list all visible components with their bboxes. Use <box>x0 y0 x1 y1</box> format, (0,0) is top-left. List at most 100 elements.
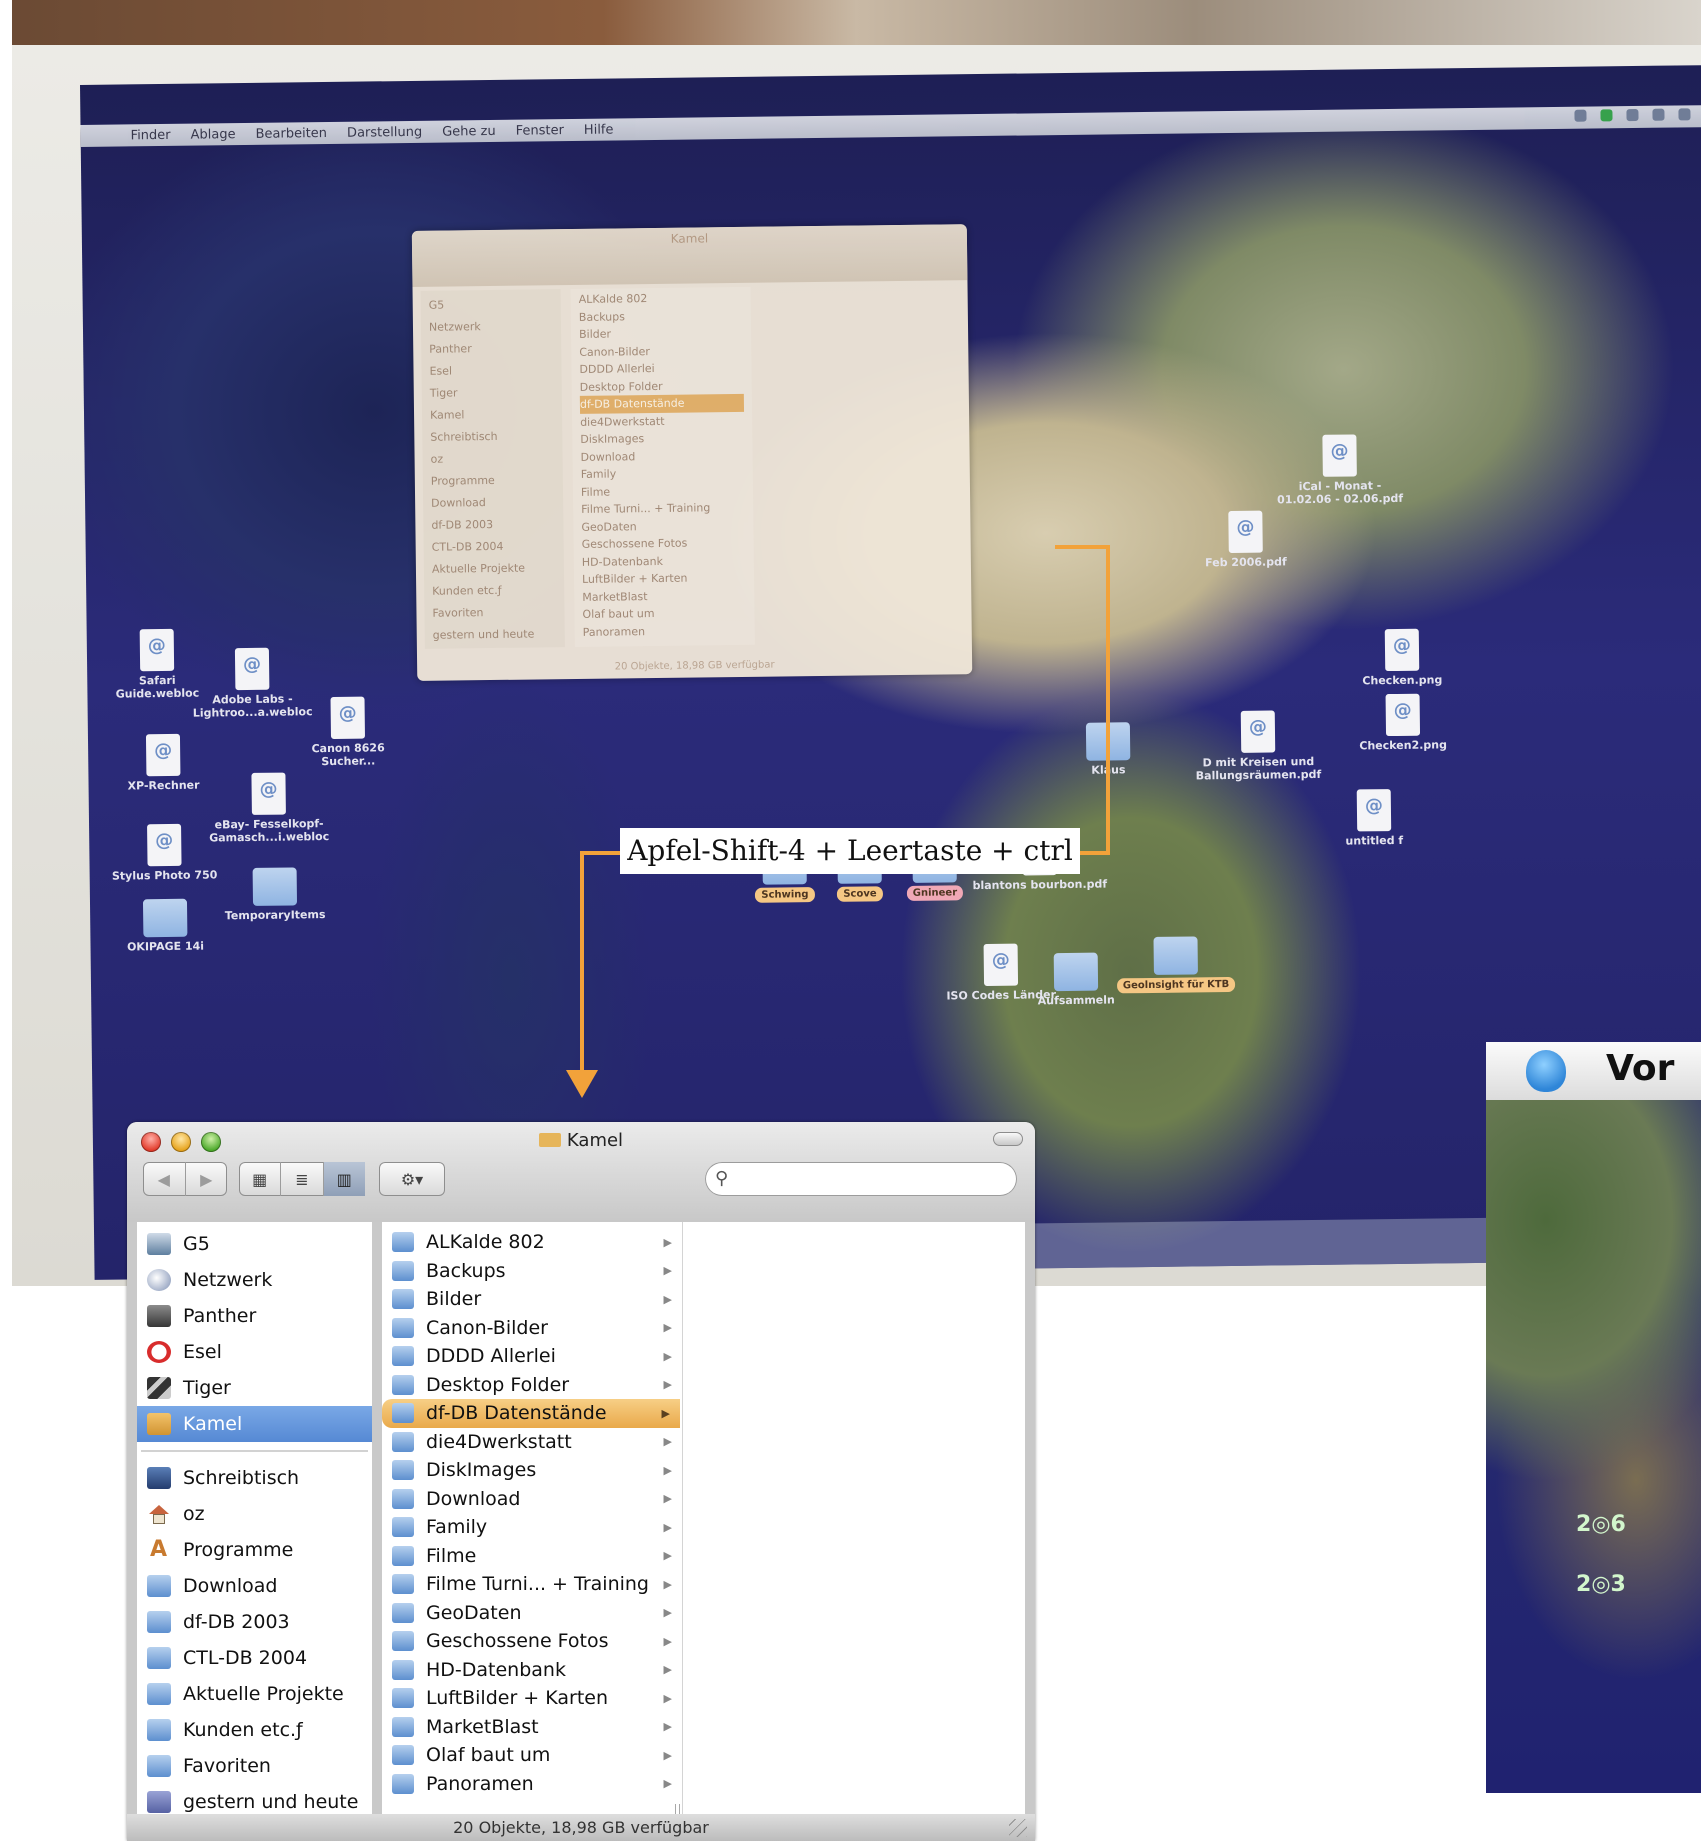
sidebar-item-programme[interactable]: Programme <box>137 1532 372 1568</box>
list-item[interactable]: die4Dwerkstatt ▶ <box>382 1428 682 1457</box>
desktop-icon-ical[interactable]: iCal - Monat - 01.02.06 - 02.06.pdf <box>1274 434 1405 507</box>
list-view-button[interactable]: ≣ <box>281 1162 324 1196</box>
sidebar-item-oz[interactable]: oz <box>137 1496 372 1532</box>
annotation-arrow-segment <box>1106 545 1110 853</box>
list-item[interactable]: Geschossene Fotos ▶ <box>382 1627 682 1656</box>
smart-folder-icon <box>147 1791 171 1813</box>
desktop-icon-canon-sucher[interactable]: Canon 8626 Sucher... <box>302 696 393 768</box>
disclosure-arrow-icon: ▶ <box>663 1349 672 1363</box>
folder-icon <box>392 1403 414 1424</box>
photo-sidebar-item: Panther <box>429 342 472 356</box>
sidebar-item-schreibtisch[interactable]: Schreibtisch <box>137 1460 372 1496</box>
desktop-icon-checken[interactable]: Checken.png <box>1352 628 1453 687</box>
folder-icon <box>147 1683 171 1705</box>
sidebar-item-label: Schreibtisch <box>183 1467 300 1489</box>
annotation-arrow-segment <box>580 851 584 1071</box>
hard-disk-icon <box>147 1305 171 1327</box>
list-item-label: Olaf baut um <box>426 1744 551 1767</box>
list-item[interactable]: Backups ▶ <box>382 1257 682 1286</box>
desktop-icon-checken2[interactable]: Checken2.png <box>1353 693 1454 752</box>
desktop-icon-okipage[interactable]: OKIPAGE 14i <box>115 898 216 953</box>
photo-list-item: HD-Datenbank <box>581 554 663 569</box>
sidebar-item-tiger[interactable]: Tiger <box>137 1370 372 1406</box>
icon-view-button[interactable]: ▦ <box>239 1162 282 1196</box>
sidebar-item-label: Favoriten <box>183 1755 271 1777</box>
disclosure-arrow-icon: ▶ <box>663 1292 672 1306</box>
desktop-icon-geoinsight[interactable]: Geolnsight für KTB <box>1110 936 1241 994</box>
dock[interactable] <box>963 1217 1525 1270</box>
photo-finder-window: Kamel G5 Netzwerk Panther Esel Tiger Kamel Sch… <box>411 224 973 681</box>
photo-sidebar-item: G5 <box>428 298 445 312</box>
sidebar-item-gestern-und-heute[interactable]: gestern und heute <box>137 1784 372 1814</box>
list-item[interactable]: LuftBilder + Karten ▶ <box>382 1684 682 1713</box>
sidebar-item-g5[interactable]: G5 <box>137 1226 372 1262</box>
sidebar-item-download[interactable]: Download <box>137 1568 372 1604</box>
photo-sidebar-item: oz <box>430 452 444 466</box>
desktop-icon-stylus-photo[interactable]: Stylus Photo 750 <box>109 823 220 883</box>
view-switcher: ▦ ≣ ▥ <box>239 1162 365 1196</box>
desktop-icon-adobe-labs[interactable]: Adobe Labs - Lightroo...a.webloc <box>192 647 313 720</box>
list-item[interactable]: DDDD Allerlei ▶ <box>382 1342 682 1371</box>
photo-list-item: Filme Turni... + Training <box>581 501 711 516</box>
menu-bearbeiten: Bearbeiten <box>255 125 328 142</box>
list-item[interactable]: Bilder ▶ <box>382 1285 682 1314</box>
sidebar-item-panther[interactable]: Panther <box>137 1298 372 1334</box>
monitor-photo: Finder Ablage Bearbeiten Darstellung Geh… <box>12 0 1701 1286</box>
back-forward-control: ◀ ▶ <box>143 1162 227 1196</box>
list-item[interactable]: Canon-Bilder ▶ <box>382 1314 682 1343</box>
sidebar-scroll-indicator[interactable] <box>375 1272 381 1822</box>
overlay-titlebar: Vor <box>1486 1042 1701 1101</box>
photo-list-item: Filme <box>580 485 611 499</box>
sidebar-item-kunden-etc[interactable]: Kunden etc.ƒ <box>137 1712 372 1748</box>
list-item-label: MarketBlast <box>426 1715 539 1738</box>
list-item[interactable]: HD-Datenbank ▶ <box>382 1656 682 1685</box>
sidebar-item-kamel[interactable]: Kamel <box>137 1406 372 1442</box>
disclosure-arrow-icon: ▶ <box>663 1378 672 1392</box>
disclosure-arrow-icon: ▶ <box>663 1235 672 1249</box>
disclosure-arrow-icon: ▶ <box>663 1606 672 1620</box>
photo-sidebar-item: Tiger <box>429 386 458 400</box>
folder-icon <box>392 1232 414 1253</box>
photo-list-item: Desktop Folder <box>579 379 663 394</box>
action-menu-button[interactable]: ⚙▾ <box>379 1162 445 1196</box>
desktop-icon-temporaryitems[interactable]: TemporaryItems <box>220 867 331 922</box>
sidebar-item-netzwerk[interactable]: Netzwerk <box>137 1262 372 1298</box>
list-item[interactable]: Family ▶ <box>382 1513 682 1542</box>
sidebar-item-ctl-db-2004[interactable]: CTL-DB 2004 <box>137 1640 372 1676</box>
sidebar-item-label: G5 <box>183 1233 210 1255</box>
list-item[interactable]: Desktop Folder ▶ <box>382 1371 682 1400</box>
list-item[interactable]: ALKalde 802 ▶ <box>382 1228 682 1257</box>
desktop-icon-ebay[interactable]: eBay- Fesselkopf-Gamasch...i.webloc <box>203 772 334 845</box>
sidebar-item-esel[interactable]: Esel <box>137 1334 372 1370</box>
menu-fenster: Fenster <box>515 122 564 139</box>
list-item[interactable]: MarketBlast ▶ <box>382 1713 682 1742</box>
desktop-icon-untitled[interactable]: untitled f <box>1324 789 1425 848</box>
list-item[interactable]: GeoDaten ▶ <box>382 1599 682 1628</box>
back-button[interactable]: ◀ <box>143 1162 186 1196</box>
toolbar-toggle-button[interactable] <box>993 1132 1023 1146</box>
column-view-button[interactable]: ▥ <box>323 1162 365 1196</box>
resize-grip[interactable] <box>1009 1819 1027 1837</box>
list-item[interactable]: df-DB Datenstände ▶ <box>382 1399 680 1428</box>
search-field[interactable]: ⚲ <box>705 1162 1017 1196</box>
list-item[interactable]: Filme Turni... + Training ▶ <box>382 1570 682 1599</box>
photo-list-item: die4Dwerkstatt <box>580 414 665 429</box>
sidebar-item-aktuelle-projekte[interactable]: Aktuelle Projekte <box>137 1676 372 1712</box>
sidebar-item-favoriten[interactable]: Favoriten <box>137 1748 372 1784</box>
list-item[interactable]: Download ▶ <box>382 1485 682 1514</box>
desktop-icon-feb-2006[interactable]: Feb 2006.pdf <box>1190 510 1301 569</box>
list-item[interactable]: Olaf baut um ▶ <box>382 1741 682 1770</box>
list-item[interactable]: DiskImages ▶ <box>382 1456 682 1485</box>
forward-button[interactable]: ▶ <box>186 1162 228 1196</box>
desktop-icon-d-mit-kreisen[interactable]: D mit Kreisen und Ballungsräumen.pdf <box>1188 710 1329 783</box>
search-icon: ⚲ <box>715 1168 729 1189</box>
list-item[interactable]: Filme ▶ <box>382 1542 682 1571</box>
column-browser: ALKalde 802 ▶ Backups ▶ Bilder ▶ Canon-Bilder ▶… <box>382 1222 1025 1816</box>
annotation-arrow-segment <box>1078 851 1110 855</box>
list-item[interactable]: Panoramen ▶ <box>382 1770 682 1799</box>
desktop-icon-xp-rechner[interactable]: XP-Rechner <box>118 733 209 792</box>
sidebar-item-df-db-2003[interactable]: df-DB 2003 <box>137 1604 372 1640</box>
finder-window: Kamel ◀ ▶ ▦ ≣ ▥ ⚙▾ ⚲ G5 Netzwerk Panther Es… <box>127 1122 1035 1841</box>
list-item-label: DiskImages <box>426 1459 537 1482</box>
photo-sidebar-item: df-DB 2003 <box>431 517 494 532</box>
